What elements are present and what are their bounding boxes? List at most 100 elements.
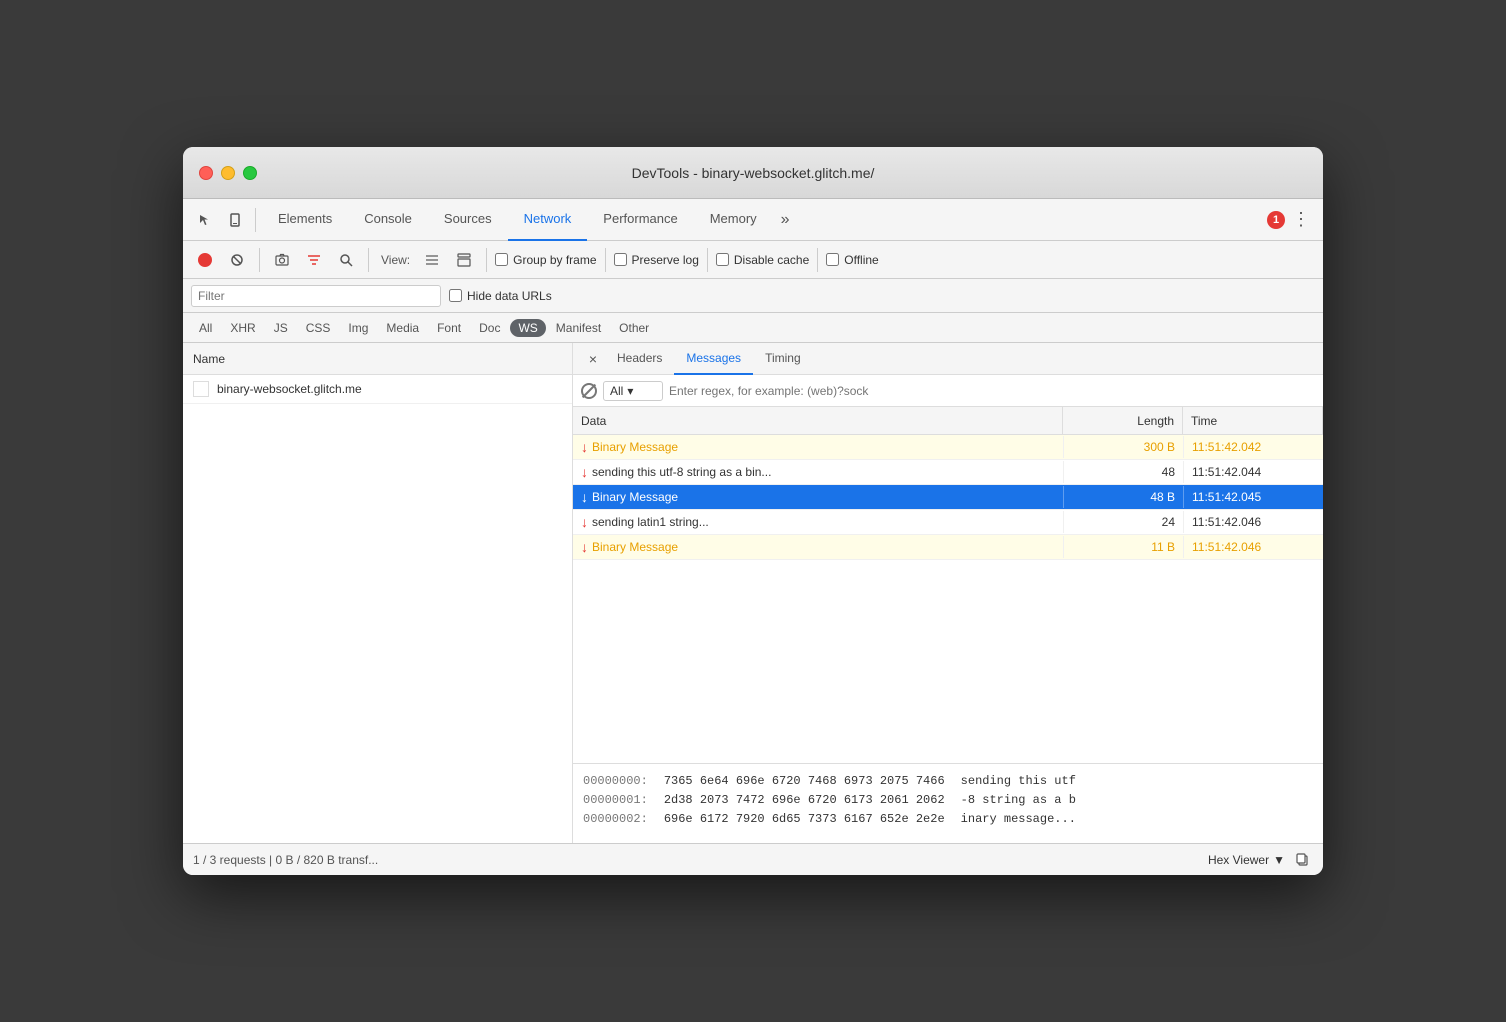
group-by-frame-checkbox[interactable]: Group by frame <box>495 253 596 267</box>
hex-viewer-dropdown[interactable]: Hex Viewer ▼ <box>1208 853 1285 867</box>
close-icon[interactable]: × <box>581 347 605 371</box>
close-button[interactable] <box>199 166 213 180</box>
disable-cache-input[interactable] <box>716 253 729 266</box>
detail-view-button[interactable] <box>450 246 478 274</box>
hex-row: 00000001: 2d38 2073 7472 696e 6720 6173 … <box>583 791 1313 810</box>
traffic-lights <box>199 166 257 180</box>
right-panel: × Headers Messages Timing All ▾ <box>573 343 1323 843</box>
message-data: ↓ sending this utf-8 string as a bin... <box>573 460 1063 484</box>
arrow-down-icon: ↓ <box>581 439 588 455</box>
table-row[interactable]: ↓ sending latin1 string... 24 11:51:42.0… <box>573 510 1323 535</box>
arrow-down-icon: ↓ <box>581 464 588 480</box>
message-data: ↓ Binary Message <box>573 485 1063 509</box>
copy-button[interactable] <box>1293 850 1313 870</box>
minimize-button[interactable] <box>221 166 235 180</box>
preserve-log-checkbox[interactable]: Preserve log <box>614 253 699 267</box>
tab-messages[interactable]: Messages <box>674 343 753 375</box>
type-filter-css[interactable]: CSS <box>298 319 339 337</box>
main-toolbar: Elements Console Sources Network Perform… <box>183 199 1323 241</box>
table-row[interactable]: ↓ sending this utf-8 string as a bin... … <box>573 460 1323 485</box>
message-time: 11:51:42.046 <box>1183 511 1323 533</box>
search-button[interactable] <box>332 246 360 274</box>
hide-urls-input[interactable] <box>449 289 462 302</box>
hex-row: 00000002: 696e 6172 7920 6d65 7373 6167 … <box>583 810 1313 829</box>
network-divider-4 <box>605 248 606 272</box>
message-length: 11 B <box>1063 536 1183 558</box>
record-button[interactable] <box>191 246 219 274</box>
message-length: 24 <box>1063 511 1183 533</box>
camera-button[interactable] <box>268 246 296 274</box>
type-filter-manifest[interactable]: Manifest <box>548 319 609 337</box>
group-by-frame-input[interactable] <box>495 253 508 266</box>
devtools-menu[interactable]: ⋮ <box>1287 206 1315 234</box>
offline-input[interactable] <box>826 253 839 266</box>
hex-bytes: 696e 6172 7920 6d65 7373 6167 652e 2e2e <box>664 810 945 829</box>
tab-sources[interactable]: Sources <box>428 199 508 241</box>
type-filters: All XHR JS CSS Img Media Font Doc WS Man… <box>183 313 1323 343</box>
message-regex-input[interactable] <box>669 380 1315 402</box>
filter-button[interactable] <box>300 246 328 274</box>
type-filter-other[interactable]: Other <box>611 319 657 337</box>
error-badge[interactable]: 1 <box>1267 211 1285 229</box>
request-favicon-icon <box>193 381 209 397</box>
tab-performance[interactable]: Performance <box>587 199 693 241</box>
detail-tabs: × Headers Messages Timing <box>573 343 1323 375</box>
message-time: 11:51:42.044 <box>1183 461 1323 483</box>
filter-bar: Hide data URLs <box>183 279 1323 313</box>
viewer-controls: Hex Viewer ▼ <box>1208 850 1313 870</box>
message-time: 11:51:42.045 <box>1183 486 1323 508</box>
type-filter-font[interactable]: Font <box>429 319 469 337</box>
table-row[interactable]: ↓ Binary Message 11 B 11:51:42.046 <box>573 535 1323 560</box>
type-filter-doc[interactable]: Doc <box>471 319 508 337</box>
maximize-button[interactable] <box>243 166 257 180</box>
clear-button[interactable] <box>223 246 251 274</box>
network-divider-5 <box>707 248 708 272</box>
table-row[interactable]: ↓ Binary Message 48 B 11:51:42.045 <box>573 485 1323 510</box>
request-count: 1 / 3 requests | 0 B / 820 B transf... <box>193 853 1208 867</box>
offline-checkbox[interactable]: Offline <box>826 253 878 267</box>
tab-timing[interactable]: Timing <box>753 343 813 375</box>
messages-list: ↓ Binary Message 300 B 11:51:42.042 ↓ se… <box>573 435 1323 763</box>
hex-address: 00000001: <box>583 791 648 810</box>
record-circle-icon <box>198 253 212 267</box>
message-time: 11:51:42.046 <box>1183 536 1323 558</box>
preserve-log-input[interactable] <box>614 253 627 266</box>
mobile-icon[interactable] <box>221 206 249 234</box>
tab-more[interactable]: » <box>773 199 798 241</box>
message-length: 48 B <box>1063 486 1183 508</box>
disable-cache-checkbox[interactable]: Disable cache <box>716 253 809 267</box>
network-divider-6 <box>817 248 818 272</box>
hide-urls-checkbox[interactable]: Hide data URLs <box>449 289 552 303</box>
messages-filter-bar: All ▾ <box>573 375 1323 407</box>
type-filter-ws[interactable]: WS <box>510 319 545 337</box>
filter-input[interactable] <box>191 285 441 307</box>
devtools-window: DevTools - binary-websocket.glitch.me/ E… <box>183 147 1323 875</box>
tab-network[interactable]: Network <box>508 199 588 241</box>
view-label: View: <box>377 253 414 267</box>
devtools-tabs: Elements Console Sources Network Perform… <box>262 199 1265 241</box>
network-divider-1 <box>259 248 260 272</box>
table-row[interactable]: ↓ Binary Message 300 B 11:51:42.042 <box>573 435 1323 460</box>
cursor-icon[interactable] <box>191 206 219 234</box>
filter-exclude-icon <box>581 383 597 399</box>
type-filter-all[interactable]: All <box>191 319 220 337</box>
list-view-button[interactable] <box>418 246 446 274</box>
tab-headers[interactable]: Headers <box>605 343 674 375</box>
type-filter-media[interactable]: Media <box>378 319 427 337</box>
tab-console[interactable]: Console <box>348 199 428 241</box>
message-type-dropdown[interactable]: All ▾ <box>603 381 663 401</box>
list-item[interactable]: binary-websocket.glitch.me <box>183 375 572 404</box>
arrow-down-icon: ↓ <box>581 489 588 505</box>
tab-memory[interactable]: Memory <box>694 199 773 241</box>
hex-ascii: inary message... <box>961 810 1076 829</box>
window-title: DevTools - binary-websocket.glitch.me/ <box>632 165 875 181</box>
error-count: 1 <box>1267 211 1285 229</box>
hex-ascii: sending this utf <box>961 772 1076 791</box>
message-data: ↓ sending latin1 string... <box>573 510 1063 534</box>
tab-elements[interactable]: Elements <box>262 199 348 241</box>
type-filter-img[interactable]: Img <box>340 319 376 337</box>
hex-address: 00000000: <box>583 772 648 791</box>
type-filter-js[interactable]: JS <box>266 319 296 337</box>
arrow-down-icon: ↓ <box>581 539 588 555</box>
type-filter-xhr[interactable]: XHR <box>222 319 263 337</box>
